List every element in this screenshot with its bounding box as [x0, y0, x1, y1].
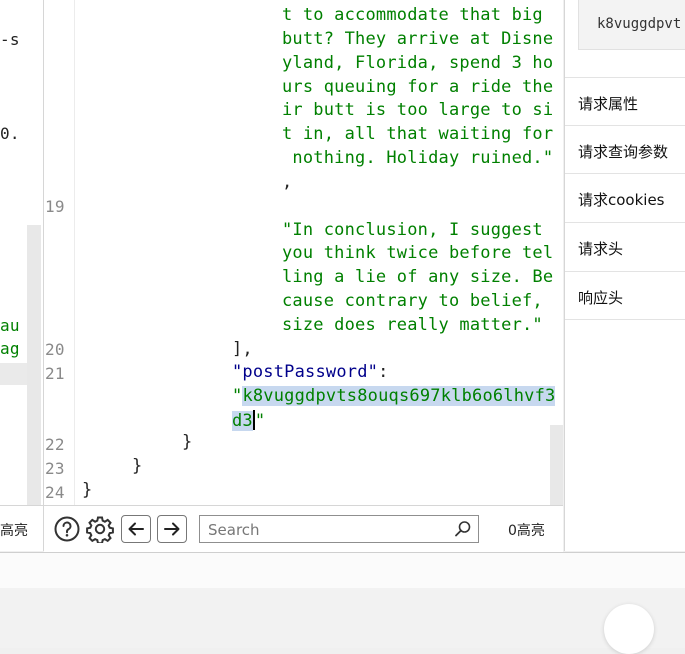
highlight-count: 0高亮	[508, 523, 545, 539]
editor-scrollbar[interactable]	[550, 425, 563, 505]
line-number: 21	[45, 364, 65, 383]
left-scrollbar[interactable]	[27, 225, 41, 505]
code-string-line: t to accommodate that big	[282, 5, 543, 25]
line-number: 22	[45, 435, 65, 454]
magnifier-icon[interactable]	[454, 520, 472, 538]
code-string-line: cause contrary to belief,	[282, 291, 543, 311]
code-string-line: urs queuing for a ride the	[282, 77, 554, 97]
code-close-array: ],	[232, 339, 253, 359]
code-string-line: t in, all that waiting for	[282, 124, 554, 144]
code-close-brace: }	[82, 480, 93, 500]
menu-item-request-cookies[interactable]: 请求cookies	[565, 173, 685, 221]
code-string-line: butt? They arrive at Disne	[282, 29, 554, 49]
code-quote: "	[254, 411, 266, 431]
code-close-brace: }	[132, 456, 143, 476]
left-highlight-label: 高亮	[0, 523, 28, 539]
prev-match-button[interactable]	[121, 515, 151, 543]
left-text-fragment: 0.	[0, 124, 20, 143]
left-text-fragment: -s	[0, 30, 20, 49]
code-key-post-password: "postPassword"	[232, 362, 379, 382]
left-text-fragment: au	[0, 316, 20, 335]
password-value: k8vuggdpvt	[597, 16, 682, 32]
code-string-line: nothing. Holiday ruined."	[282, 148, 554, 168]
bottom-status-bar	[0, 552, 685, 589]
selected-password-text[interactable]: d3	[232, 411, 253, 431]
code-editor[interactable]: 19 20 21 22 23 24 t to accommodate that …	[44, 0, 563, 505]
question-circle-icon	[54, 516, 80, 542]
menu-item-request-headers[interactable]: 请求头	[565, 222, 685, 270]
code-string-line: size does really matter."	[282, 315, 543, 335]
help-button[interactable]	[53, 515, 81, 543]
arrow-right-icon	[164, 522, 180, 536]
menu-item-response-headers[interactable]: 响应头	[565, 271, 685, 320]
menu-item-query-params[interactable]: 请求查询参数	[565, 125, 685, 173]
left-toolbar: 高亮	[0, 505, 43, 551]
code-string-line: ir butt is too large to si	[282, 100, 554, 120]
line-number: 24	[45, 483, 65, 502]
code-value-line: "k8vuggdpvts8ouqs697klb6o6lhvf3	[232, 386, 556, 406]
next-match-button[interactable]	[157, 515, 187, 543]
code-string-line: yland, Florida, spend 3 ho	[282, 53, 554, 73]
left-pane: -s 0. au ag 高亮	[0, 0, 44, 551]
code-colon: :	[378, 362, 389, 382]
right-panel: k8vuggdpvt 请求属性 请求查询参数 请求cookies 请求头 响应头	[564, 0, 685, 551]
search-box[interactable]	[199, 515, 479, 543]
line-number: 19	[45, 197, 65, 216]
search-input[interactable]	[206, 518, 450, 542]
code-comma: ,	[282, 172, 293, 192]
editor-toolbar: 0高亮	[44, 505, 563, 552]
code-string-line: "In conclusion, I suggest	[282, 220, 543, 240]
password-display-box[interactable]: k8vuggdpvt	[578, 0, 685, 50]
line-number-gutter: 19 20 21 22 23 24	[44, 0, 75, 505]
floating-action-button[interactable]	[604, 604, 654, 654]
menu-item-request-attributes[interactable]: 请求属性	[565, 77, 685, 125]
code-quote: "	[232, 386, 243, 406]
left-text-fragment: ag	[0, 339, 20, 358]
settings-button[interactable]	[86, 515, 114, 543]
gear-icon	[86, 516, 114, 543]
window-background	[0, 588, 685, 648]
code-close-brace: }	[182, 432, 193, 452]
arrow-left-icon	[128, 522, 144, 536]
code-key-line: "postPassword":	[232, 362, 389, 382]
line-number: 20	[45, 340, 65, 359]
left-selected-row	[0, 363, 27, 385]
code-string-line: ling a lie of any size. Be	[282, 267, 554, 287]
code-string-line: you think twice before tel	[282, 243, 554, 263]
selected-password-text[interactable]: k8vuggdpvts8ouqs697klb6o6lhvf3	[242, 386, 556, 406]
line-number: 23	[45, 459, 65, 478]
code-value-line: d3 "	[232, 410, 265, 431]
